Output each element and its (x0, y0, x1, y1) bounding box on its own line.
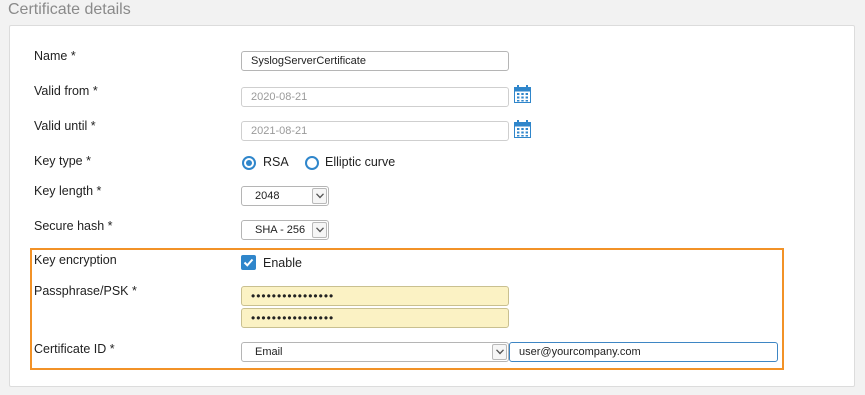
chevron-down-icon[interactable] (312, 222, 327, 238)
valid-from-input[interactable]: 2020-08-21 (241, 87, 509, 107)
passphrase-confirm-input[interactable]: •••••••••••••••• (241, 308, 509, 328)
certificate-id-type-value: Email (255, 346, 283, 358)
name-label: Name * (34, 49, 76, 63)
radio-rsa-label[interactable]: RSA (263, 155, 289, 169)
key-encryption-enable-label[interactable]: Enable (263, 256, 302, 270)
radio-elliptic-curve[interactable] (305, 156, 319, 170)
key-type-label: Key type * (34, 154, 91, 168)
valid-from-label: Valid from * (34, 84, 98, 98)
secure-hash-label: Secure hash * (34, 219, 113, 233)
key-length-value: 2048 (255, 190, 280, 202)
secure-hash-select[interactable]: SHA - 256 (241, 220, 329, 240)
key-length-select[interactable]: 2048 (241, 186, 329, 206)
key-encryption-label: Key encryption (34, 253, 117, 267)
certificate-id-type-select[interactable]: Email (241, 342, 509, 362)
key-length-label: Key length * (34, 184, 102, 198)
radio-elliptic-curve-label[interactable]: Elliptic curve (325, 155, 395, 169)
name-input[interactable]: SyslogServerCertificate (241, 51, 509, 71)
section-title: Certificate details (8, 1, 131, 18)
valid-until-label: Valid until * (34, 119, 96, 133)
certificate-id-input[interactable]: user@yourcompany.com (509, 342, 778, 362)
chevron-down-icon[interactable] (492, 344, 507, 360)
calendar-icon[interactable] (514, 120, 531, 138)
valid-until-input[interactable]: 2021-08-21 (241, 121, 509, 141)
radio-rsa[interactable] (242, 156, 256, 170)
passphrase-input[interactable]: •••••••••••••••• (241, 286, 509, 306)
key-encryption-checkbox[interactable] (241, 255, 256, 270)
calendar-icon[interactable] (514, 85, 531, 103)
chevron-down-icon[interactable] (312, 188, 327, 204)
secure-hash-value: SHA - 256 (255, 224, 306, 236)
passphrase-label: Passphrase/PSK * (34, 284, 137, 298)
certificate-id-label: Certificate ID * (34, 342, 115, 356)
